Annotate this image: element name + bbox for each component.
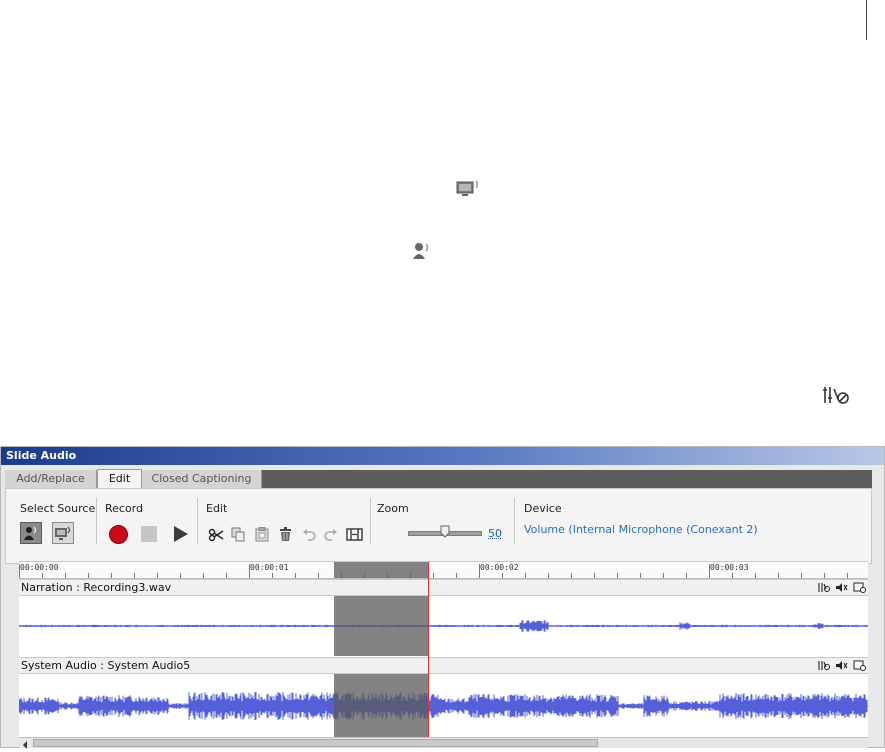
ruler-tick [847,573,848,578]
scroll-left-arrow[interactable] [21,739,30,749]
narration-track-header: Narration : Recording3.wav [19,579,868,596]
ruler-tick [617,573,618,578]
ruler-tick [226,573,227,578]
separator [514,498,515,544]
ruler-tick [180,573,181,578]
device-selector[interactable]: Volume (Internal Microphone (Conexant 2) [524,523,758,536]
ruler-tick [525,573,526,578]
tab-add-replace[interactable]: Add/Replace [5,470,97,488]
ruler-tick [433,573,434,578]
audio-settings-icon[interactable] [817,660,830,671]
ruler-tick [502,573,503,578]
page-divider [866,0,867,40]
cut-icon[interactable] [207,526,224,543]
paste-icon[interactable] [253,526,270,543]
selection-region[interactable] [334,596,429,656]
ruler-tick [295,573,296,578]
play-button[interactable] [170,524,190,544]
dialog-title: Slide Audio [1,447,884,465]
track-options-icon[interactable] [853,660,866,671]
ruler-tick [111,573,112,578]
ruler-tick [801,573,802,578]
ruler-tick [479,564,480,578]
ruler-tick [594,573,595,578]
redo-icon[interactable] [322,526,339,543]
ruler-tick [548,573,549,578]
edit-label: Edit [206,502,228,515]
separator [197,498,198,544]
system-audio-waveform[interactable] [18,674,868,738]
timeline-scrollbar[interactable] [19,737,868,749]
delete-icon[interactable] [277,526,294,543]
ruler-tick [203,573,204,578]
ruler-tick [709,564,710,578]
undo-icon[interactable] [300,526,317,543]
ruler-tick [640,573,641,578]
audio-settings-icon[interactable] [817,582,830,593]
ruler-tick [686,573,687,578]
ruler-label: 00:00:01 [250,563,289,572]
ruler-tick [456,573,457,578]
record-label: Record [105,502,144,515]
timeline: 00:00:00 00:00:01 00:00:02 00:00:03 Narr… [18,561,868,738]
mute-icon[interactable] [835,660,848,671]
ruler-tick [157,573,158,578]
ruler-tick [732,573,733,578]
tab-edit[interactable]: Edit [97,469,142,489]
track-options-icon[interactable] [853,582,866,593]
system-audio-track-header: System Audio : System Audio5 [19,657,868,674]
mute-icon[interactable] [835,582,848,593]
ruler-label: 00:00:00 [20,563,59,572]
ruler-label: 00:00:03 [710,563,749,572]
zoom-value[interactable]: 50 [488,527,502,540]
ruler-tick [134,573,135,578]
scroll-thumb[interactable] [33,739,598,747]
select-source-label: Select Source [20,502,96,515]
ruler-tick [249,564,250,578]
tab-closed-captioning[interactable]: Closed Captioning [142,470,262,488]
narration-waveform-graphic [18,620,868,632]
selection-region[interactable] [334,674,429,738]
narration-waveform[interactable] [18,596,868,656]
stop-button[interactable] [140,525,158,543]
ruler-tick [824,573,825,578]
audio-settings-icon [821,384,851,409]
separator [370,498,371,544]
ruler-tick [88,573,89,578]
system-audio-source-button[interactable] [52,522,74,544]
ruler-tick [318,573,319,578]
device-label: Device [524,502,562,515]
tab-bar: Add/Replace Edit Closed Captioning [5,469,872,489]
record-button[interactable] [108,524,128,544]
playhead[interactable] [428,562,429,738]
separator [96,498,97,544]
ruler-tick [19,564,20,578]
timeline-ruler[interactable]: 00:00:00 00:00:01 00:00:02 00:00:03 [19,562,868,579]
system-audio-track-title: System Audio : System Audio5 [21,659,191,672]
narration-track-title: Narration : Recording3.wav [21,581,172,594]
ruler-tick [65,573,66,578]
narration-icon [411,240,433,265]
zoom-label: Zoom [377,502,409,515]
ruler-tick [42,573,43,578]
ruler-tick [778,573,779,578]
ruler-tick [663,573,664,578]
ruler-label: 00:00:02 [480,563,519,572]
insert-silence-icon[interactable] [345,526,363,543]
ruler-tick [755,573,756,578]
ruler-tick [571,573,572,578]
zoom-slider-thumb[interactable] [440,525,450,538]
system-audio-icon [456,176,482,203]
copy-icon[interactable] [230,526,247,543]
selection-region[interactable] [334,562,429,578]
narration-source-button[interactable] [20,522,42,544]
system-audio-waveform-graphic [18,692,868,720]
ruler-tick [272,573,273,578]
